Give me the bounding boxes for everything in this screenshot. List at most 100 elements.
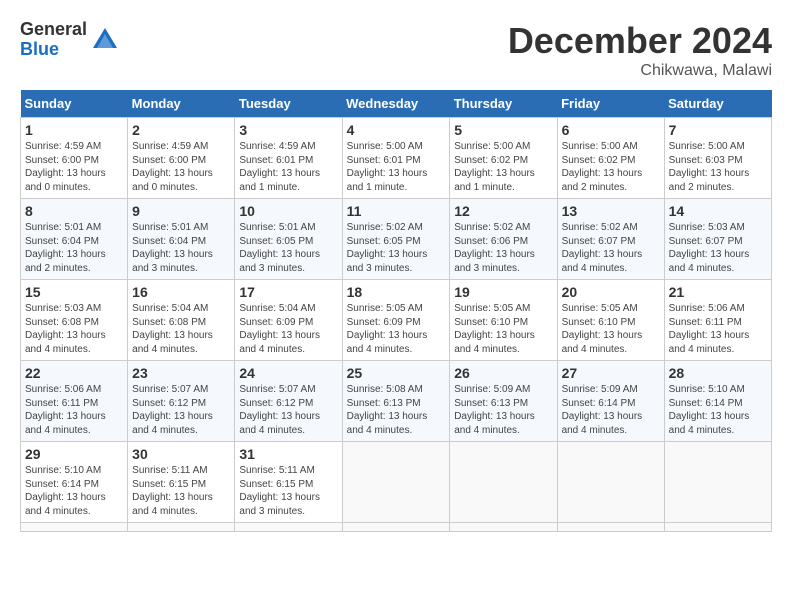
calendar-row: 29 Sunrise: 5:10 AM Sunset: 6:14 PM Dayl… xyxy=(21,442,772,523)
day-info: Sunrise: 5:01 AM Sunset: 6:05 PM Dayligh… xyxy=(239,221,337,275)
day-number: 26 xyxy=(454,365,552,381)
calendar-cell: 20 Sunrise: 5:05 AM Sunset: 6:10 PM Dayl… xyxy=(557,280,664,361)
day-info: Sunrise: 5:11 AM Sunset: 6:15 PM Dayligh… xyxy=(132,464,230,518)
calendar-cell: 21 Sunrise: 5:06 AM Sunset: 6:11 PM Dayl… xyxy=(664,280,771,361)
day-info: Sunrise: 4:59 AM Sunset: 6:00 PM Dayligh… xyxy=(25,140,123,194)
calendar-cell: 8 Sunrise: 5:01 AM Sunset: 6:04 PM Dayli… xyxy=(21,199,128,280)
day-info: Sunrise: 5:11 AM Sunset: 6:15 PM Dayligh… xyxy=(239,464,337,518)
calendar-cell: 7 Sunrise: 5:00 AM Sunset: 6:03 PM Dayli… xyxy=(664,118,771,199)
day-info: Sunrise: 5:07 AM Sunset: 6:12 PM Dayligh… xyxy=(132,383,230,437)
day-number: 5 xyxy=(454,122,552,138)
location: Chikwawa, Malawi xyxy=(508,62,772,80)
day-number: 20 xyxy=(562,284,660,300)
day-number: 10 xyxy=(239,203,337,219)
title-section: December 2024 Chikwawa, Malawi xyxy=(508,20,772,80)
calendar-cell: 18 Sunrise: 5:05 AM Sunset: 6:09 PM Dayl… xyxy=(342,280,450,361)
day-info: Sunrise: 5:10 AM Sunset: 6:14 PM Dayligh… xyxy=(669,383,767,437)
calendar-cell: 22 Sunrise: 5:06 AM Sunset: 6:11 PM Dayl… xyxy=(21,361,128,442)
calendar-cell: 3 Sunrise: 4:59 AM Sunset: 6:01 PM Dayli… xyxy=(235,118,342,199)
day-info: Sunrise: 5:08 AM Sunset: 6:13 PM Dayligh… xyxy=(347,383,446,437)
calendar-cell xyxy=(557,523,664,532)
day-number: 27 xyxy=(562,365,660,381)
day-info: Sunrise: 5:05 AM Sunset: 6:10 PM Dayligh… xyxy=(454,302,552,356)
calendar-cell xyxy=(664,523,771,532)
page-header: General Blue December 2024 Chikwawa, Mal… xyxy=(20,20,772,80)
calendar-row: 15 Sunrise: 5:03 AM Sunset: 6:08 PM Dayl… xyxy=(21,280,772,361)
header-monday: Monday xyxy=(128,90,235,118)
day-info: Sunrise: 5:02 AM Sunset: 6:05 PM Dayligh… xyxy=(347,221,446,275)
calendar-cell: 10 Sunrise: 5:01 AM Sunset: 6:05 PM Dayl… xyxy=(235,199,342,280)
calendar-cell: 4 Sunrise: 5:00 AM Sunset: 6:01 PM Dayli… xyxy=(342,118,450,199)
day-info: Sunrise: 5:10 AM Sunset: 6:14 PM Dayligh… xyxy=(25,464,123,518)
calendar-cell xyxy=(450,523,557,532)
calendar-cell: 5 Sunrise: 5:00 AM Sunset: 6:02 PM Dayli… xyxy=(450,118,557,199)
day-info: Sunrise: 5:00 AM Sunset: 6:02 PM Dayligh… xyxy=(454,140,552,194)
calendar-cell: 13 Sunrise: 5:02 AM Sunset: 6:07 PM Dayl… xyxy=(557,199,664,280)
day-number: 15 xyxy=(25,284,123,300)
calendar-cell: 24 Sunrise: 5:07 AM Sunset: 6:12 PM Dayl… xyxy=(235,361,342,442)
day-info: Sunrise: 5:09 AM Sunset: 6:13 PM Dayligh… xyxy=(454,383,552,437)
header-tuesday: Tuesday xyxy=(235,90,342,118)
calendar-cell: 28 Sunrise: 5:10 AM Sunset: 6:14 PM Dayl… xyxy=(664,361,771,442)
calendar-cell: 23 Sunrise: 5:07 AM Sunset: 6:12 PM Dayl… xyxy=(128,361,235,442)
day-number: 13 xyxy=(562,203,660,219)
calendar-cell: 15 Sunrise: 5:03 AM Sunset: 6:08 PM Dayl… xyxy=(21,280,128,361)
day-number: 24 xyxy=(239,365,337,381)
calendar-cell xyxy=(342,523,450,532)
day-info: Sunrise: 5:07 AM Sunset: 6:12 PM Dayligh… xyxy=(239,383,337,437)
calendar-cell: 12 Sunrise: 5:02 AM Sunset: 6:06 PM Dayl… xyxy=(450,199,557,280)
day-number: 23 xyxy=(132,365,230,381)
day-number: 11 xyxy=(347,203,446,219)
day-info: Sunrise: 5:00 AM Sunset: 6:02 PM Dayligh… xyxy=(562,140,660,194)
day-number: 4 xyxy=(347,122,446,138)
day-info: Sunrise: 5:06 AM Sunset: 6:11 PM Dayligh… xyxy=(25,383,123,437)
calendar-cell xyxy=(235,523,342,532)
day-info: Sunrise: 5:03 AM Sunset: 6:07 PM Dayligh… xyxy=(669,221,767,275)
day-number: 1 xyxy=(25,122,123,138)
calendar-cell: 14 Sunrise: 5:03 AM Sunset: 6:07 PM Dayl… xyxy=(664,199,771,280)
header-sunday: Sunday xyxy=(21,90,128,118)
day-info: Sunrise: 5:04 AM Sunset: 6:08 PM Dayligh… xyxy=(132,302,230,356)
day-number: 14 xyxy=(669,203,767,219)
day-number: 7 xyxy=(669,122,767,138)
calendar-cell: 26 Sunrise: 5:09 AM Sunset: 6:13 PM Dayl… xyxy=(450,361,557,442)
day-info: Sunrise: 5:09 AM Sunset: 6:14 PM Dayligh… xyxy=(562,383,660,437)
day-number: 29 xyxy=(25,446,123,462)
calendar-cell: 30 Sunrise: 5:11 AM Sunset: 6:15 PM Dayl… xyxy=(128,442,235,523)
calendar-cell: 19 Sunrise: 5:05 AM Sunset: 6:10 PM Dayl… xyxy=(450,280,557,361)
calendar-row: 22 Sunrise: 5:06 AM Sunset: 6:11 PM Dayl… xyxy=(21,361,772,442)
calendar-header-row: Sunday Monday Tuesday Wednesday Thursday… xyxy=(21,90,772,118)
calendar-row: 8 Sunrise: 5:01 AM Sunset: 6:04 PM Dayli… xyxy=(21,199,772,280)
logo: General Blue xyxy=(20,20,119,60)
calendar-cell: 25 Sunrise: 5:08 AM Sunset: 6:13 PM Dayl… xyxy=(342,361,450,442)
day-number: 6 xyxy=(562,122,660,138)
day-number: 28 xyxy=(669,365,767,381)
calendar-cell xyxy=(342,442,450,523)
day-number: 17 xyxy=(239,284,337,300)
calendar-table: Sunday Monday Tuesday Wednesday Thursday… xyxy=(20,90,772,532)
calendar-cell: 6 Sunrise: 5:00 AM Sunset: 6:02 PM Dayli… xyxy=(557,118,664,199)
calendar-cell xyxy=(21,523,128,532)
header-wednesday: Wednesday xyxy=(342,90,450,118)
logo-blue: Blue xyxy=(20,40,87,60)
calendar-row xyxy=(21,523,772,532)
calendar-cell: 31 Sunrise: 5:11 AM Sunset: 6:15 PM Dayl… xyxy=(235,442,342,523)
day-number: 22 xyxy=(25,365,123,381)
calendar-row: 1 Sunrise: 4:59 AM Sunset: 6:00 PM Dayli… xyxy=(21,118,772,199)
day-number: 12 xyxy=(454,203,552,219)
day-number: 25 xyxy=(347,365,446,381)
calendar-cell: 16 Sunrise: 5:04 AM Sunset: 6:08 PM Dayl… xyxy=(128,280,235,361)
calendar-cell: 1 Sunrise: 4:59 AM Sunset: 6:00 PM Dayli… xyxy=(21,118,128,199)
day-info: Sunrise: 5:03 AM Sunset: 6:08 PM Dayligh… xyxy=(25,302,123,356)
day-info: Sunrise: 4:59 AM Sunset: 6:01 PM Dayligh… xyxy=(239,140,337,194)
calendar-cell: 2 Sunrise: 4:59 AM Sunset: 6:00 PM Dayli… xyxy=(128,118,235,199)
calendar-cell: 17 Sunrise: 5:04 AM Sunset: 6:09 PM Dayl… xyxy=(235,280,342,361)
day-info: Sunrise: 5:02 AM Sunset: 6:07 PM Dayligh… xyxy=(562,221,660,275)
calendar-cell xyxy=(557,442,664,523)
day-number: 21 xyxy=(669,284,767,300)
header-thursday: Thursday xyxy=(450,90,557,118)
calendar-cell: 29 Sunrise: 5:10 AM Sunset: 6:14 PM Dayl… xyxy=(21,442,128,523)
logo-icon xyxy=(91,26,119,54)
day-info: Sunrise: 5:00 AM Sunset: 6:03 PM Dayligh… xyxy=(669,140,767,194)
day-number: 3 xyxy=(239,122,337,138)
